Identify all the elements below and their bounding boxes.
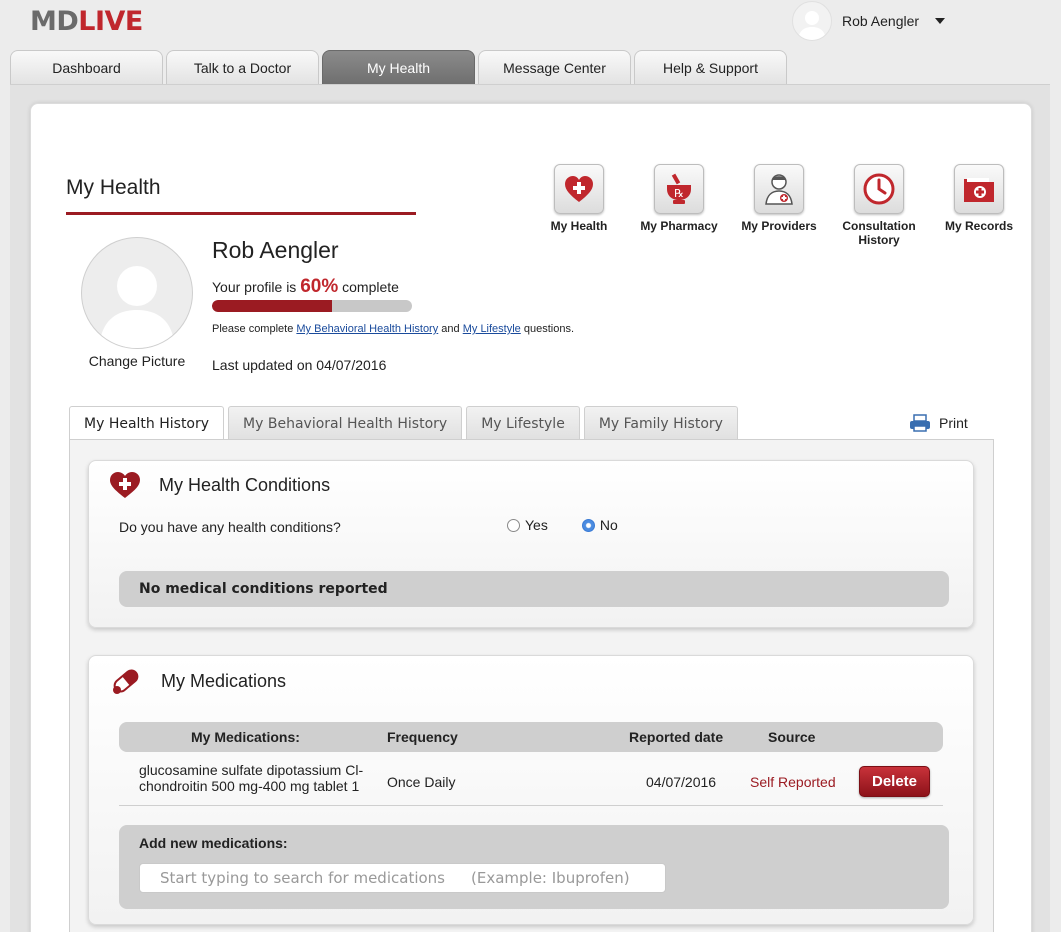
quicknav-my-pharmacy[interactable]: ℞ My Pharmacy (629, 164, 729, 247)
completion-percent: 60% (300, 276, 339, 297)
quicknav-consultation-history[interactable]: Consultation History (829, 164, 929, 247)
print-button[interactable]: Print (909, 414, 968, 432)
pill-icon (113, 669, 139, 694)
medication-search-input[interactable]: Start typing to search for medications (… (139, 863, 666, 893)
section-header: My Medications (109, 666, 286, 696)
top-bar: MDLIVE Rob Aengler (0, 0, 1061, 50)
mortar-rx-icon[interactable]: ℞ (654, 164, 704, 214)
folder-plus-icon[interactable] (954, 164, 1004, 214)
medication-source: Self Reported (750, 774, 836, 790)
quicknav-my-health[interactable]: My Health (529, 164, 629, 247)
tab-talk-to-a-doctor[interactable]: Talk to a Doctor (166, 50, 319, 84)
user-menu[interactable]: Rob Aengler (792, 0, 946, 42)
health-history-panel: My Health Conditions Do you have any hea… (69, 439, 994, 932)
my-lifestyle-link[interactable]: My Lifestyle (463, 323, 521, 335)
subtab-my-family-history[interactable]: My Family History (583, 406, 738, 440)
heart-plus-icon[interactable] (554, 164, 604, 214)
page-title: My Health (66, 176, 161, 199)
radio-no-label[interactable]: No (600, 517, 618, 533)
last-updated: Last updated on 04/07/2016 (212, 357, 387, 373)
user-name[interactable]: Rob Aengler (842, 13, 919, 29)
col-reported-date: Reported date (629, 729, 724, 745)
tab-message-center[interactable]: Message Center (478, 50, 631, 84)
quicknav-my-records[interactable]: My Records (929, 164, 1029, 247)
quick-nav: My Health ℞ My Pharmacy My Providers Con… (529, 164, 1029, 247)
col-frequency: Frequency (387, 729, 458, 745)
radio-yes[interactable] (507, 518, 520, 532)
main-card: My Health My Health ℞ My Pharmacy My Pro… (30, 103, 1032, 932)
quicknav-label: My Health (550, 219, 608, 233)
svg-text:℞: ℞ (674, 187, 684, 200)
health-conditions-section: My Health Conditions Do you have any hea… (88, 460, 974, 628)
medication-reported-date: 04/07/2016 (646, 774, 717, 790)
add-medication-box: Add new medications: Start typing to sea… (119, 825, 949, 909)
print-label: Print (939, 415, 968, 431)
quicknav-label: My Records (944, 219, 1014, 233)
printer-icon (910, 414, 930, 432)
profile-progress-bar (212, 300, 412, 312)
search-placeholder: Start typing to search for medications (160, 869, 445, 887)
mdlive-logo[interactable]: MDLIVE (30, 6, 143, 37)
chevron-down-icon[interactable] (935, 18, 946, 24)
col-medication: My Medications: (191, 729, 300, 745)
conditions-question: Do you have any health conditions? (119, 519, 341, 535)
quicknav-label: Consultation History (842, 219, 916, 247)
radio-yes-label[interactable]: Yes (525, 517, 548, 533)
heart-plus-icon (110, 472, 140, 498)
quicknav-label: My Providers (741, 219, 817, 233)
medications-table-header: My Medications: Frequency Reported date … (119, 722, 943, 752)
completion-prefix: Your profile is (212, 279, 297, 295)
main-nav: Dashboard Talk to a Doctor My Health Mes… (10, 50, 790, 84)
profile-picture[interactable] (81, 237, 193, 349)
col-source: Source (768, 729, 816, 745)
logo-live-text: LIVE (78, 6, 143, 37)
change-picture-link[interactable]: Change Picture (71, 353, 203, 369)
medication-frequency: Once Daily (387, 774, 456, 790)
doctor-icon[interactable] (754, 164, 804, 214)
tab-help-support[interactable]: Help & Support (634, 50, 787, 84)
profile-completion-text: Your profile is 60% complete (212, 276, 399, 298)
medication-name: glucosamine sulfate dipotassium Cl-chond… (139, 762, 364, 794)
subtab-behavioral-health-history[interactable]: My Behavioral Health History (228, 406, 463, 440)
quicknav-label: My Pharmacy (640, 219, 718, 233)
quicknav-my-providers[interactable]: My Providers (729, 164, 829, 247)
medications-section: My Medications My Medications: Frequency… (88, 655, 974, 925)
no-conditions-message: No medical conditions reported (119, 571, 949, 607)
table-row: glucosamine sulfate dipotassium Cl-chond… (119, 760, 943, 806)
tab-my-health[interactable]: My Health (322, 50, 475, 84)
content-area: My Health My Health ℞ My Pharmacy My Pro… (10, 84, 1050, 932)
health-subtabs: My Health History My Behavioral Health H… (69, 406, 742, 440)
delete-button[interactable]: Delete (859, 766, 930, 797)
search-example: (Example: Ibuprofen) (471, 869, 630, 887)
user-avatar-icon (792, 1, 832, 41)
reminder-prefix: Please complete (212, 323, 294, 335)
section-title: My Health Conditions (159, 474, 331, 495)
profile-reminder: Please complete My Behavioral Health His… (212, 323, 574, 335)
conditions-radio-group: Yes No (507, 517, 652, 533)
clock-icon[interactable] (854, 164, 904, 214)
tab-dashboard[interactable]: Dashboard (10, 50, 163, 84)
radio-no[interactable] (581, 518, 595, 532)
reminder-and: and (441, 323, 460, 335)
behavioral-health-history-link[interactable]: My Behavioral Health History (296, 323, 438, 335)
progress-fill (212, 300, 332, 312)
add-medication-label: Add new medications: (139, 835, 288, 851)
reminder-suffix: questions. (523, 323, 575, 335)
logo-md-text: MD (30, 6, 79, 37)
completion-suffix: complete (342, 279, 399, 295)
section-header: My Health Conditions (109, 471, 330, 499)
title-divider (66, 212, 416, 215)
subtab-my-health-history[interactable]: My Health History (69, 406, 225, 440)
section-title: My Medications (161, 670, 287, 691)
subtab-my-lifestyle[interactable]: My Lifestyle (466, 406, 580, 440)
profile-name: Rob Aengler (212, 237, 339, 263)
